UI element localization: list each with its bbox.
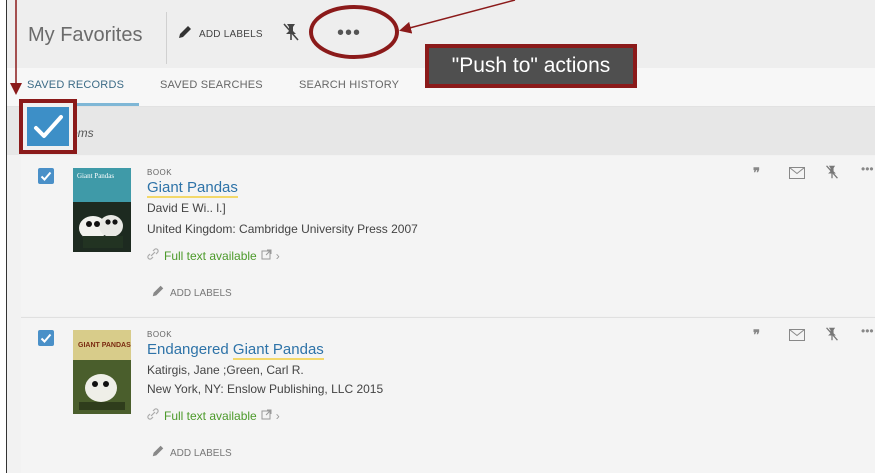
cover-title: GIANT PANDAS: [78, 342, 131, 349]
chevron-right-icon: ›: [275, 408, 280, 423]
cover-title: Giant Pandas: [77, 172, 115, 180]
select-all-fill: [27, 107, 69, 146]
chevron-right-icon: ›: [275, 248, 280, 263]
add-labels-label: ADD LABELS: [170, 448, 232, 459]
external-link-icon: [261, 409, 272, 423]
unpin-icon[interactable]: [825, 163, 839, 186]
record-title[interactable]: Giant Pandas: [147, 179, 238, 198]
list-item: GIANT PANDAS BOOK Endangered Giant Panda…: [21, 318, 875, 473]
envelope-icon[interactable]: [789, 328, 805, 346]
fulltext-link[interactable]: Full text available ›: [147, 248, 280, 263]
favorites-panel: My Favorites ADD LABELS ••• SAVED RECORD…: [6, 0, 875, 473]
more-actions-button[interactable]: •••: [861, 324, 874, 338]
pencil-icon: [177, 24, 193, 45]
select-all-checkbox[interactable]: [19, 99, 77, 154]
fulltext-label: Full text available: [164, 248, 257, 263]
record-title-highlight: Giant Pandas: [147, 179, 238, 198]
record-title-highlight: Giant Pandas: [232, 341, 324, 360]
record-title-prefix: Endangered: [147, 341, 233, 358]
record-author: David E Wi.. l.]: [147, 201, 226, 215]
link-icon: [147, 408, 159, 423]
page-title: My Favorites: [28, 24, 143, 46]
add-labels-label: ADD LABELS: [199, 29, 263, 40]
unpin-icon[interactable]: [825, 325, 839, 348]
record-add-labels-button[interactable]: ADD LABELS: [151, 444, 232, 463]
list-item: Giant Pandas BOOK Giant Pandas David E W…: [21, 156, 875, 316]
more-actions-button[interactable]: •••: [861, 162, 874, 176]
unpin-icon: [282, 23, 300, 46]
record-type: BOOK: [147, 168, 173, 177]
pencil-icon: [151, 444, 165, 463]
tab-saved-records[interactable]: SAVED RECORDS: [27, 79, 124, 91]
more-actions-button[interactable]: •••: [337, 22, 361, 45]
record-author: Katirgis, Jane ;Green, Carl R.: [147, 363, 304, 377]
envelope-icon[interactable]: [789, 166, 805, 184]
link-icon: [147, 248, 159, 263]
header-divider: [166, 12, 167, 64]
record-add-labels-button[interactable]: ADD LABELS: [151, 284, 232, 303]
record-title[interactable]: Endangered Giant Pandas: [147, 341, 324, 360]
record-type: BOOK: [147, 330, 173, 339]
record-checkbox[interactable]: [38, 168, 54, 184]
record-publisher: New York, NY: Enslow Publishing, LLC 201…: [147, 382, 384, 396]
pencil-icon: [151, 284, 165, 303]
book-cover[interactable]: GIANT PANDAS: [73, 330, 131, 414]
fulltext-link[interactable]: Full text available ›: [147, 408, 280, 423]
external-link-icon: [261, 249, 272, 263]
tab-saved-searches[interactable]: SAVED SEARCHES: [160, 79, 263, 91]
record-checkbox[interactable]: [38, 330, 54, 346]
fulltext-label: Full text available: [164, 408, 257, 423]
quote-icon[interactable]: ❞: [753, 327, 760, 343]
selection-bar: items: [7, 107, 875, 155]
quote-icon[interactable]: ❞: [753, 165, 760, 181]
push-to-actions-callout: "Push to" actions: [425, 44, 637, 88]
record-publisher: United Kingdom: Cambridge University Pre…: [147, 222, 418, 236]
unpin-button[interactable]: [282, 22, 300, 47]
book-cover[interactable]: Giant Pandas: [73, 168, 131, 252]
add-labels-button[interactable]: ADD LABELS: [177, 24, 263, 45]
tab-search-history[interactable]: SEARCH HISTORY: [299, 79, 399, 91]
add-labels-label: ADD LABELS: [170, 288, 232, 299]
